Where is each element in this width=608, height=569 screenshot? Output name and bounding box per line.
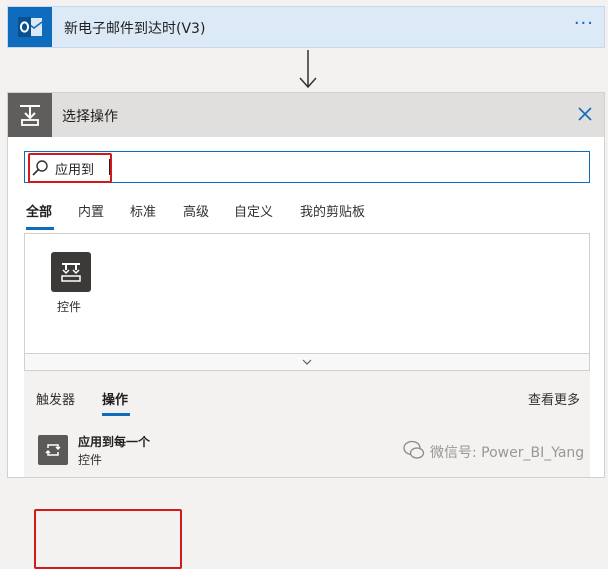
- connectors-panel: 控件: [24, 233, 590, 367]
- search-highlight-box: [28, 153, 112, 183]
- trigger-card[interactable]: 新电子邮件到达时(V3) ···: [7, 6, 605, 48]
- tab-custom[interactable]: 自定义: [234, 201, 273, 220]
- tab-standard[interactable]: 标准: [130, 201, 156, 220]
- tab-builtin[interactable]: 内置: [78, 201, 104, 220]
- wechat-logo-icon: [403, 440, 425, 459]
- loop-icon: [38, 435, 68, 465]
- watermark-text: 微信号: Power_BI_Yang: [430, 445, 585, 461]
- picker-header: 选择操作: [8, 93, 604, 137]
- more-options-icon[interactable]: ···: [574, 13, 594, 34]
- picker-title: 选择操作: [62, 109, 118, 125]
- expand-connectors-button[interactable]: [24, 353, 590, 371]
- close-icon[interactable]: [574, 103, 596, 125]
- outlook-icon: [8, 7, 52, 47]
- tab-all[interactable]: 全部: [26, 201, 52, 220]
- connector-label: 控件: [57, 300, 82, 314]
- control-connector-icon[interactable]: [51, 252, 91, 292]
- action-picker: 选择操作 应用到 全部 内置 标准 高级 自定义 我的剪贴板 控件 触发器 操作…: [7, 92, 605, 569]
- flow-arrow-icon: [299, 50, 317, 89]
- active-results-tab-indicator: [102, 413, 130, 416]
- action-highlight-box: [34, 509, 182, 569]
- tab-actions[interactable]: 操作: [102, 389, 128, 408]
- action-step-icon: [8, 93, 52, 137]
- tab-triggers[interactable]: 触发器: [36, 389, 75, 408]
- action-subtitle: 控件: [78, 453, 103, 467]
- tab-premium[interactable]: 高级: [183, 201, 209, 220]
- trigger-title: 新电子邮件到达时(V3): [64, 21, 206, 37]
- chevron-down-icon: [302, 359, 312, 365]
- see-more-link[interactable]: 查看更多: [528, 389, 580, 408]
- tab-my-clipboard[interactable]: 我的剪贴板: [300, 201, 365, 220]
- action-title: 应用到每一个: [78, 435, 151, 449]
- active-tab-indicator: [26, 227, 54, 230]
- action-item-apply-to-each[interactable]: 应用到每一个 控件: [34, 431, 234, 471]
